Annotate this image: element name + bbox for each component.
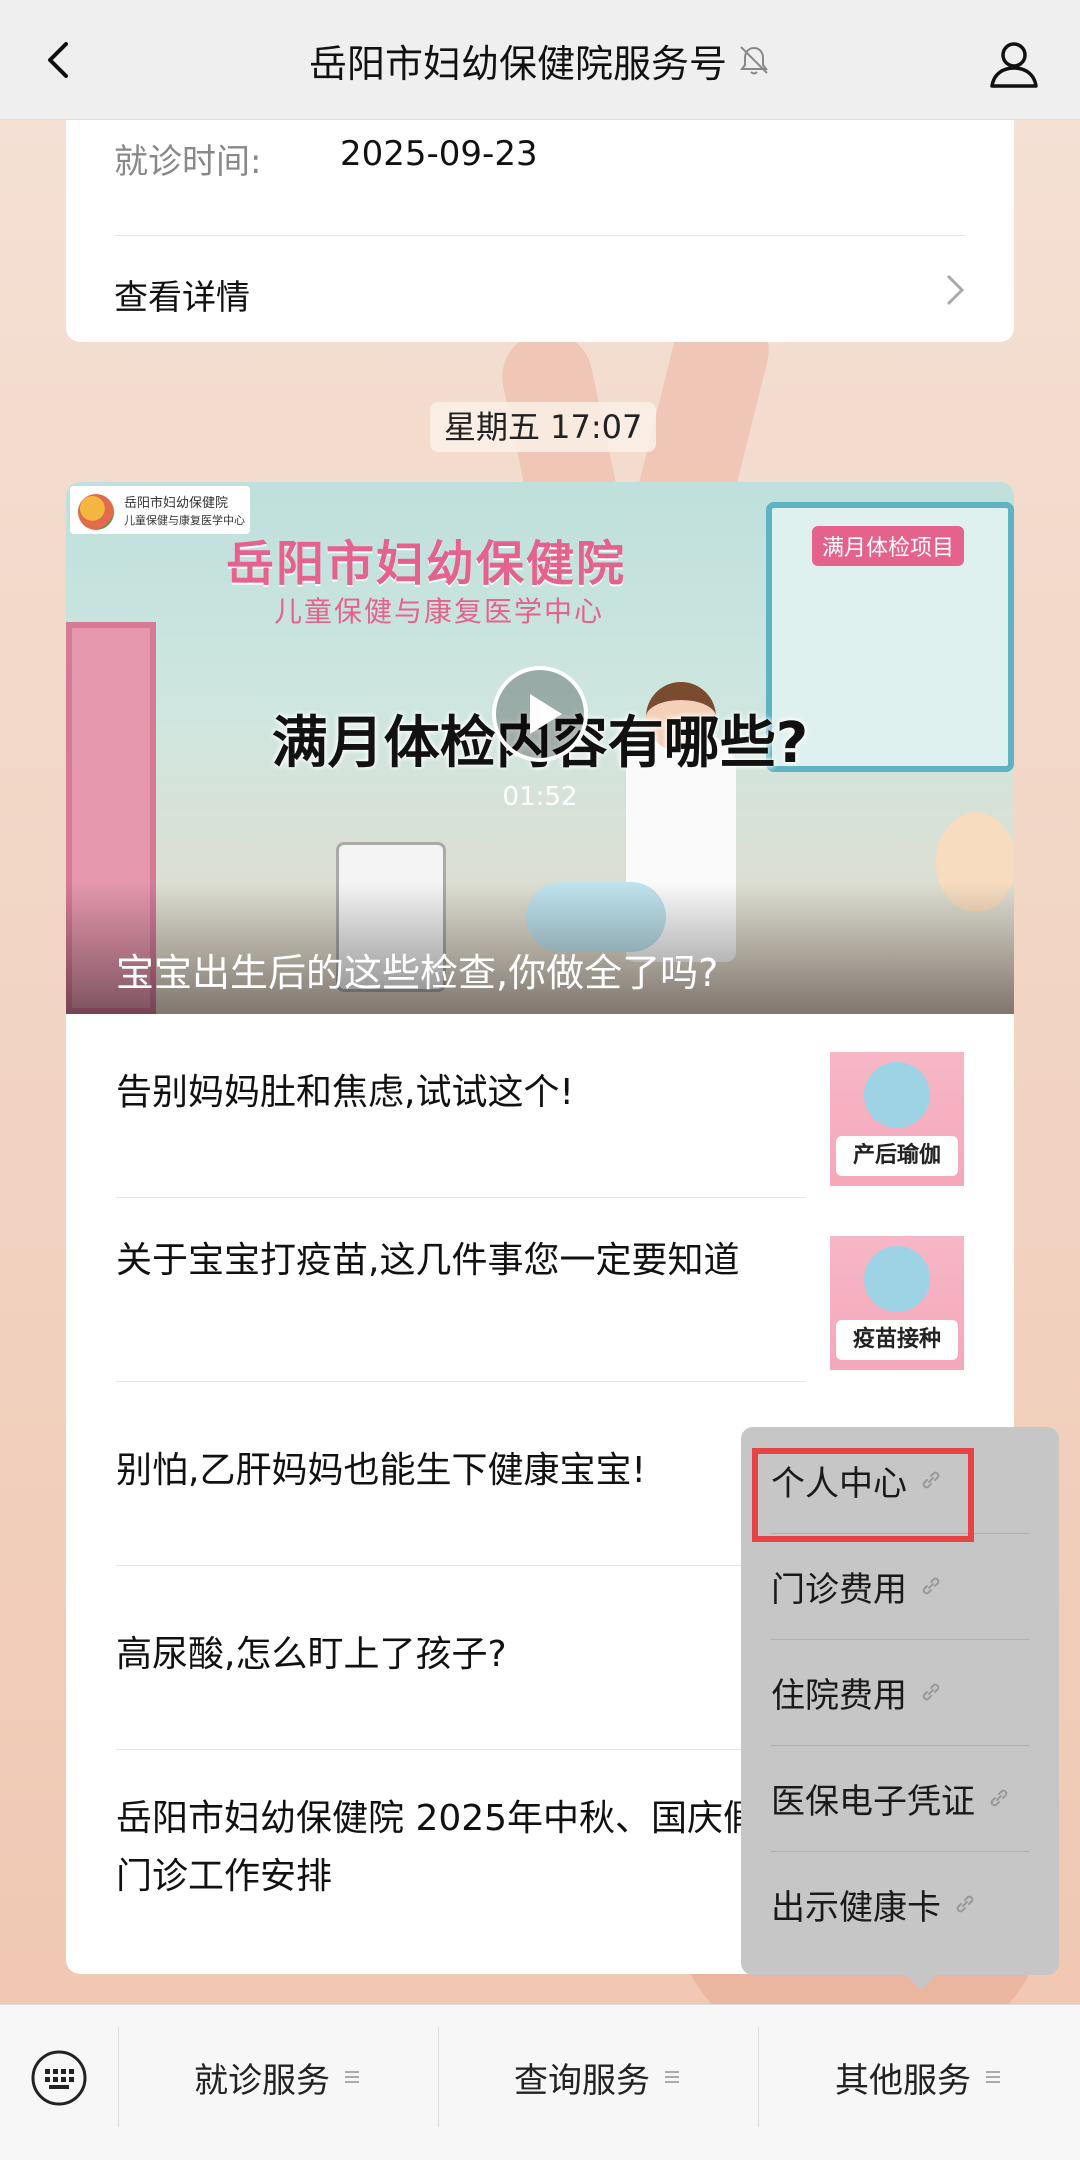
article-title[interactable]: 岳阳市妇幼保健院 2025年中秋、国庆假期门诊工作安排 <box>116 1790 806 1906</box>
article-title[interactable]: 关于宝宝打疫苗,这几件事您一定要知道 <box>116 1232 806 1290</box>
user-profile-icon[interactable] <box>988 38 1040 90</box>
thumbnail-label: 疫苗接种 <box>836 1320 958 1360</box>
menu-item-outpatient-fees[interactable]: 门诊费用 <box>771 1533 1031 1639</box>
menu-item-label: 出示健康卡 <box>771 1887 941 1928</box>
view-details-link[interactable]: 查看详情 <box>114 270 250 319</box>
cover-board-title: 满月体检项目 <box>812 526 965 566</box>
tab-medical-services[interactable]: 就诊服务 <box>118 2027 438 2127</box>
menu-lines-icon <box>986 2071 1000 2083</box>
cover-department: 儿童保健与康复医学中心 <box>274 595 605 628</box>
thumbnail-image: 疫苗接种 <box>830 1236 964 1370</box>
tab-label: 其他服务 <box>835 2060 971 2101</box>
visit-date-value: 2025-09-23 <box>340 134 538 174</box>
link-icon <box>922 1577 940 1595</box>
page-title: 岳阳市妇幼保健院服务号 <box>308 41 727 86</box>
thumbnail-label: 产后瑜伽 <box>836 1136 958 1176</box>
highlight-box <box>752 1448 974 1542</box>
chevron-right-icon[interactable] <box>944 270 968 310</box>
menu-item-label: 住院费用 <box>771 1675 907 1716</box>
link-icon <box>956 1895 974 1913</box>
keyboard-icon[interactable] <box>30 2049 88 2107</box>
tab-query-services[interactable]: 查询服务 <box>438 2027 758 2127</box>
appointment-card: 就诊时间: 2025-09-23 查看详情 <box>66 120 1014 342</box>
muted-bell-icon <box>740 46 768 75</box>
popup-pointer <box>905 1974 937 1990</box>
menu-item-inpatient-fees[interactable]: 住院费用 <box>771 1639 1031 1745</box>
divider <box>114 235 966 236</box>
list-item[interactable]: 告别妈妈肚和焦虑,试试这个! 产后瑜伽 <box>66 1014 1014 1198</box>
video-cover[interactable]: 满月体检项目 岳阳市妇幼保健院 儿童保健与康复医学中心 岳阳市妇幼保健院 儿童保… <box>66 482 1014 1014</box>
cover-hospital-name: 岳阳市妇幼保健院 <box>226 536 627 592</box>
article-title[interactable]: 高尿酸,怎么盯上了孩子? <box>116 1626 806 1684</box>
article-title[interactable]: 告别妈妈肚和焦虑,试试这个! <box>116 1064 806 1122</box>
tab-label: 查询服务 <box>514 2060 650 2101</box>
menu-item-label: 医保电子凭证 <box>771 1781 975 1822</box>
hospital-logo-mark <box>78 494 114 530</box>
top-nav-bar: 岳阳市妇幼保健院服务号 <box>0 0 1080 120</box>
article-thumbnail[interactable]: 疫苗接种 <box>830 1236 964 1370</box>
menu-item-health-card[interactable]: 出示健康卡 <box>771 1851 1031 1957</box>
nav-title-wrap: 岳阳市妇幼保健院服务号 <box>0 0 1080 120</box>
menu-lines-icon <box>665 2071 679 2083</box>
cover-caption[interactable]: 宝宝出生后的这些检查,你做全了吗? <box>116 942 718 997</box>
link-icon <box>990 1789 1008 1807</box>
menu-lines-icon <box>345 2071 359 2083</box>
video-duration: 01:52 <box>502 782 578 812</box>
thumbnail-image: 产后瑜伽 <box>830 1052 964 1186</box>
logo-text-line1: 岳阳市妇幼保健院 <box>124 496 229 511</box>
tab-label: 就诊服务 <box>194 2060 330 2101</box>
hospital-logo: 岳阳市妇幼保健院 儿童保健与康复医学中心 <box>70 486 250 534</box>
article-thumbnail[interactable]: 产后瑜伽 <box>830 1052 964 1186</box>
message-timestamp: 星期五 17:07 <box>430 402 657 452</box>
dragon-mascot-icon <box>864 1246 930 1312</box>
play-icon[interactable] <box>490 664 590 764</box>
article-title[interactable]: 别怕,乙肝妈妈也能生下健康宝宝! <box>116 1442 806 1500</box>
visit-time-label: 就诊时间: <box>114 142 262 182</box>
dragon-mascot-icon <box>864 1062 930 1128</box>
link-icon <box>922 1683 940 1701</box>
bottom-menu-bar: 就诊服务 查询服务 其他服务 <box>0 2004 1080 2160</box>
list-item[interactable]: 关于宝宝打疫苗,这几件事您一定要知道 疫苗接种 <box>66 1198 1014 1382</box>
menu-item-label: 门诊费用 <box>771 1569 907 1610</box>
menu-item-insurance-voucher[interactable]: 医保电子凭证 <box>771 1745 1031 1851</box>
tab-other-services[interactable]: 其他服务 <box>758 2027 1080 2127</box>
